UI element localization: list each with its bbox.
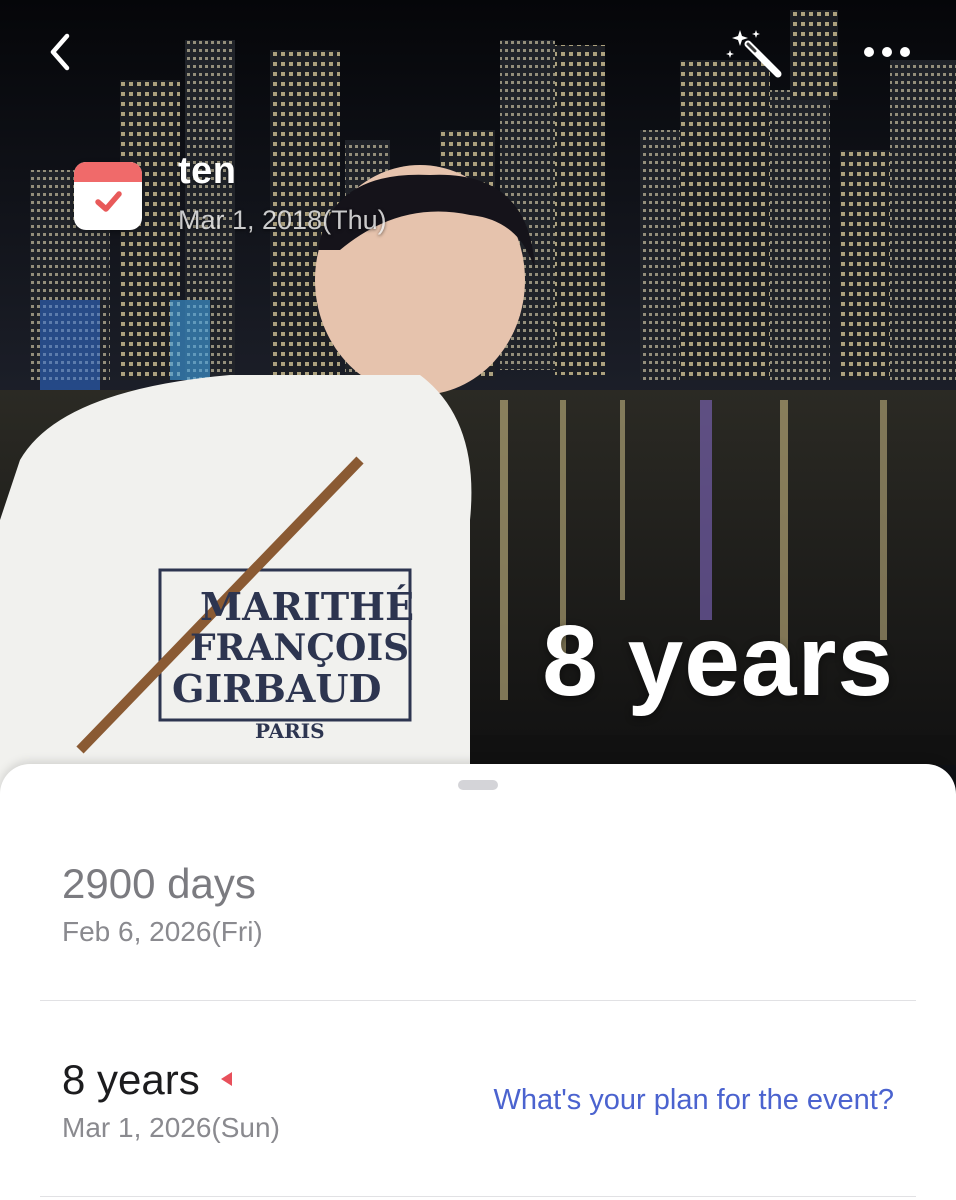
milestone-row-current[interactable]: 8 years Mar 1, 2026(Sun) What's your pla… bbox=[40, 1000, 916, 1197]
sheet-grabber-handle[interactable] bbox=[458, 780, 498, 790]
milestones-sheet[interactable]: 2900 days Feb 6, 2026(Fri) 8 years Mar 1… bbox=[0, 764, 956, 1200]
event-start-date: Mar 1, 2018(Thu) bbox=[178, 205, 387, 235]
svg-text:FRANÇOIS: FRANÇOIS bbox=[190, 627, 409, 669]
milestone-label: 2900 days bbox=[62, 860, 256, 907]
svg-text:MARITHÉ: MARITHÉ bbox=[200, 584, 414, 629]
anniversary-detail-screen: MARITHÉ FRANÇOIS GIRBAUD PARIS ten Mar 1… bbox=[0, 0, 956, 1200]
svg-text:GIRBAUD: GIRBAUD bbox=[172, 666, 382, 711]
magic-edit-button[interactable] bbox=[722, 24, 786, 84]
event-title: ten bbox=[178, 150, 237, 192]
elapsed-time-counter: 8 years bbox=[542, 605, 894, 717]
svg-text:PARIS: PARIS bbox=[255, 719, 325, 743]
chevron-left-icon bbox=[50, 33, 70, 71]
more-dots-icon bbox=[864, 47, 910, 57]
event-plan-link[interactable]: What's your plan for the event? bbox=[494, 1084, 894, 1117]
back-button[interactable] bbox=[36, 26, 84, 78]
milestone-label: 8 years bbox=[62, 1056, 200, 1103]
milestone-date: Feb 6, 2026(Fri) bbox=[62, 916, 263, 947]
magic-wand-icon bbox=[726, 30, 782, 78]
hero-photo: MARITHÉ FRANÇOIS GIRBAUD PARIS ten Mar 1… bbox=[0, 0, 956, 800]
milestone-row[interactable]: 2900 days Feb 6, 2026(Fri) bbox=[40, 854, 916, 1001]
milestone-date: Mar 1, 2026(Sun) bbox=[62, 1112, 280, 1143]
red-triangle-marker-icon bbox=[221, 1072, 232, 1086]
calendar-check-icon bbox=[74, 162, 142, 230]
more-options-button[interactable] bbox=[858, 30, 916, 74]
